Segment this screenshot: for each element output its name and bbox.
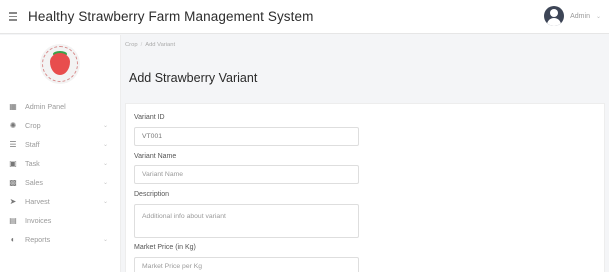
sidebar-item-crop[interactable]: ✺ Crop ⌄ xyxy=(0,116,120,135)
sidebar-item-label: Admin Panel xyxy=(25,102,66,111)
chevron-down-icon: ⌄ xyxy=(102,237,108,243)
strawberry-logo-icon xyxy=(40,44,80,84)
sidebar-item-label: Crop xyxy=(25,121,41,130)
invoice-icon: ▤ xyxy=(9,216,17,225)
sidebar-item-label: Task xyxy=(25,159,40,168)
market-price-field[interactable] xyxy=(134,257,359,272)
sidebar-nav: ▦ Admin Panel ✺ Crop ⌄ ☰ Staff ⌄ ▣ Task … xyxy=(0,97,120,249)
sidebar-item-sales[interactable]: ▩ Sales ⌄ xyxy=(0,173,120,192)
sidebar: ▦ Admin Panel ✺ Crop ⌄ ☰ Staff ⌄ ▣ Task … xyxy=(0,35,121,272)
hamburger-icon[interactable] xyxy=(6,9,22,25)
breadcrumb-current: Add Variant xyxy=(145,42,176,48)
breadcrumb-crop[interactable]: Crop xyxy=(125,42,138,48)
breadcrumb: Crop / Add Variant xyxy=(125,42,175,48)
crop-icon: ✺ xyxy=(9,121,17,130)
user-avatar-icon[interactable] xyxy=(544,6,565,26)
market-price-label: Market Price (in Kg) xyxy=(134,244,196,251)
sidebar-item-label: Sales xyxy=(25,178,43,187)
reports-icon: ◐ xyxy=(10,235,16,244)
sidebar-item-task[interactable]: ▣ Task ⌄ xyxy=(0,154,120,173)
chevron-down-icon[interactable]: ⌄ xyxy=(596,13,601,20)
chevron-down-icon: ⌄ xyxy=(102,142,108,148)
variant-name-label: Variant Name xyxy=(134,153,177,160)
task-icon: ▣ xyxy=(9,159,17,168)
variant-name-field[interactable] xyxy=(134,165,359,184)
variant-form-card: Variant ID Variant Name Description Mark… xyxy=(125,103,605,272)
logo-area xyxy=(0,35,120,93)
user-name[interactable]: Admin xyxy=(570,13,590,20)
top-header: Healthy Strawberry Farm Management Syste… xyxy=(0,0,609,34)
staff-icon: ☰ xyxy=(9,140,17,149)
page-title: Add Strawberry Variant xyxy=(129,71,258,85)
sidebar-item-staff[interactable]: ☰ Staff ⌄ xyxy=(0,135,120,154)
sidebar-item-invoices[interactable]: ▤ Invoices xyxy=(0,211,120,230)
chevron-down-icon: ⌄ xyxy=(102,199,108,205)
app-title: Healthy Strawberry Farm Management Syste… xyxy=(28,9,314,24)
variant-id-label: Variant ID xyxy=(134,114,165,121)
sidebar-item-label: Invoices xyxy=(25,216,52,225)
sales-icon: ▩ xyxy=(9,178,17,187)
chevron-down-icon: ⌄ xyxy=(102,123,108,129)
description-field[interactable] xyxy=(134,204,359,238)
sidebar-item-label: Harvest xyxy=(25,197,50,206)
sidebar-item-admin-panel[interactable]: ▦ Admin Panel xyxy=(0,97,120,116)
description-label: Description xyxy=(134,191,170,198)
variant-id-field[interactable] xyxy=(134,127,359,146)
grid-icon: ▦ xyxy=(9,102,17,111)
chevron-down-icon: ⌄ xyxy=(102,161,108,167)
breadcrumb-separator: / xyxy=(140,42,143,48)
sidebar-item-label: Reports xyxy=(25,235,51,244)
main-content: Crop / Add Variant Add Strawberry Variant … xyxy=(122,35,609,272)
sidebar-item-reports[interactable]: ◐ Reports ⌄ xyxy=(0,230,120,249)
sidebar-item-harvest[interactable]: ➤ Harvest ⌄ xyxy=(0,192,120,211)
harvest-icon: ➤ xyxy=(9,197,17,206)
user-menu[interactable]: Admin ⌄ xyxy=(544,6,601,26)
sidebar-item-label: Staff xyxy=(25,140,40,149)
chevron-down-icon: ⌄ xyxy=(102,180,108,186)
